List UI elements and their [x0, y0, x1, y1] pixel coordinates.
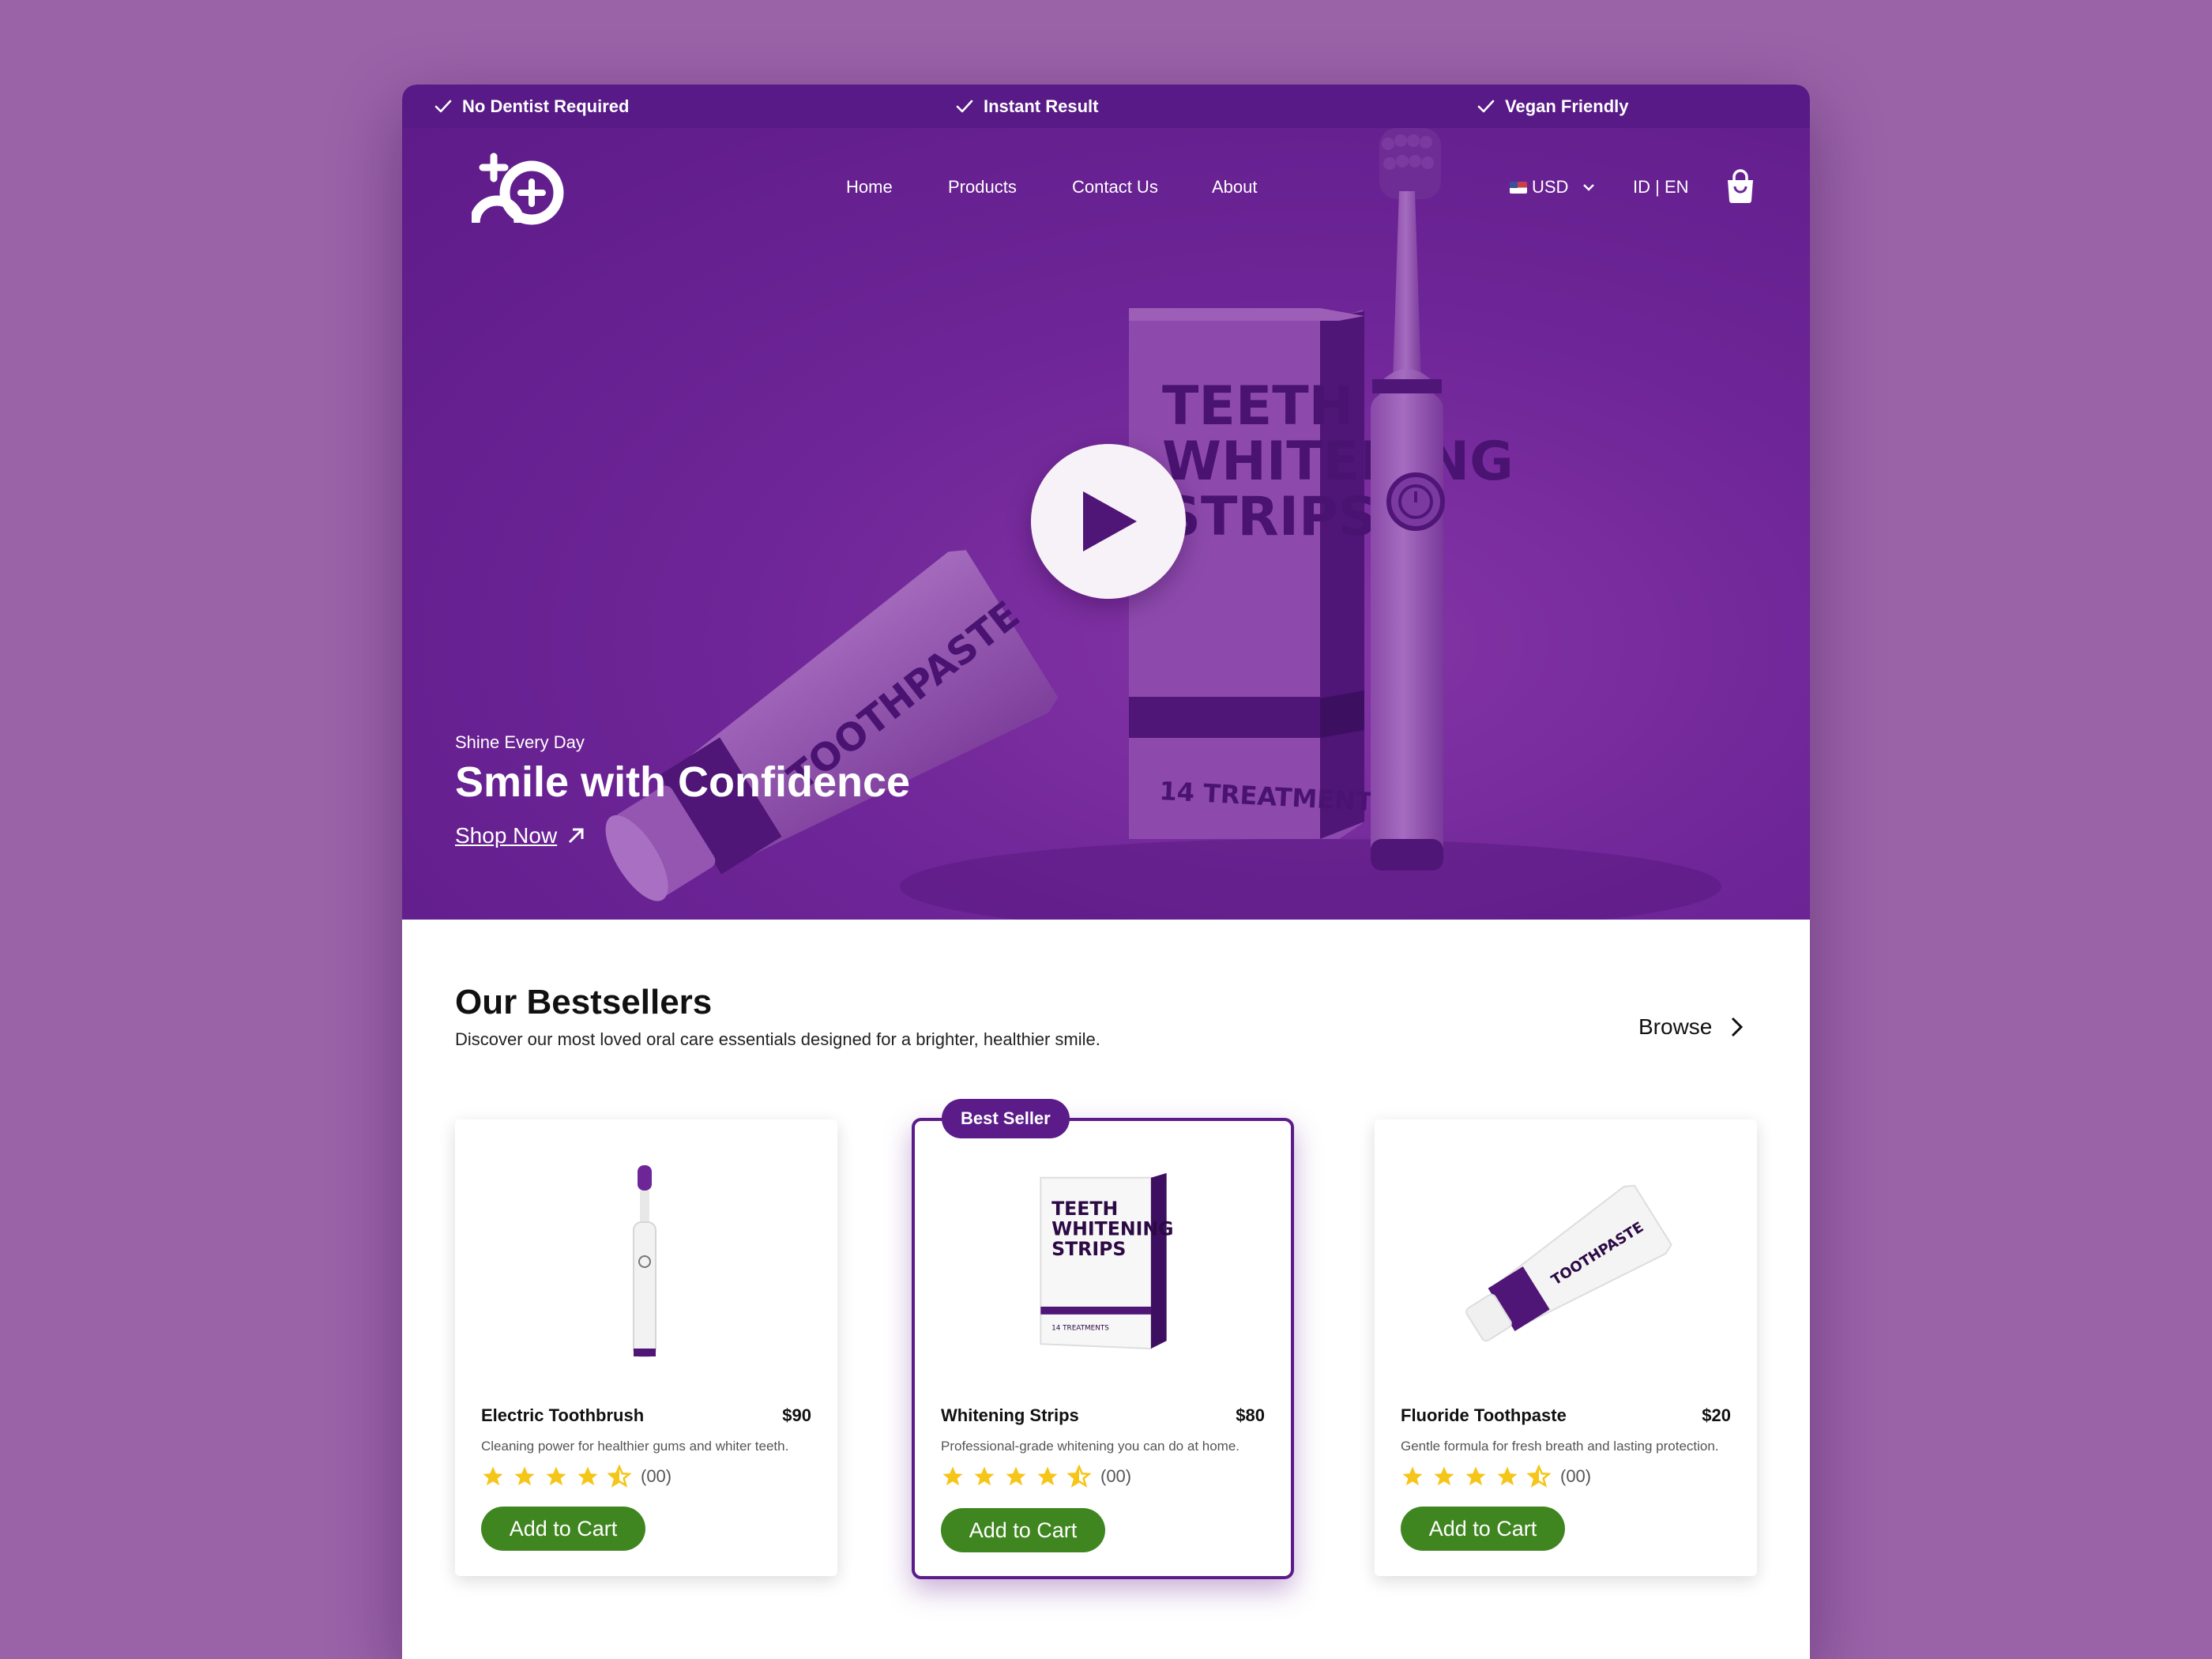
- chevron-down-icon: [1583, 184, 1595, 191]
- strips-box-line3: STRIPS: [1162, 486, 1377, 548]
- half-star-icon: [608, 1465, 631, 1488]
- product-description: Professional-grade whitening you can do …: [941, 1439, 1240, 1454]
- add-to-cart-button[interactable]: Add to Cart: [1401, 1507, 1565, 1551]
- add-to-cart-button[interactable]: Add to Cart: [481, 1507, 645, 1551]
- feature-item: Vegan Friendly: [1477, 85, 1629, 128]
- whitening-strips-product-image: TEETH WHITENING STRIPS 14 TREATMENTS: [1040, 1172, 1173, 1350]
- flag-us-icon: [1510, 181, 1527, 194]
- strips-box-line1: TEETH: [1162, 375, 1354, 438]
- half-star-icon: [1527, 1465, 1551, 1488]
- strips-box-line2: WHITENING: [1162, 431, 1514, 493]
- hero-kicker: Shine Every Day: [455, 732, 585, 752]
- toothpaste-product-image: TOOTHPASTE: [1465, 1184, 1672, 1342]
- add-to-cart-button[interactable]: Add to Cart: [941, 1508, 1105, 1552]
- product-rating: (00): [481, 1465, 672, 1488]
- product-name: Fluoride Toothpaste: [1401, 1405, 1567, 1425]
- check-icon: [434, 100, 452, 112]
- shop-now-link[interactable]: Shop Now: [455, 823, 587, 848]
- feature-bar: No Dentist Required Instant Result Vegan…: [402, 85, 1810, 128]
- product-box-line1: TEETH: [1051, 1198, 1118, 1220]
- main-nav: Home Products Contact Us About USD ID | …: [402, 128, 1810, 239]
- video-play-button[interactable]: [1031, 444, 1186, 599]
- star-icon: [577, 1466, 598, 1486]
- review-count: (00): [1100, 1466, 1132, 1486]
- product-name: Whitening Strips: [941, 1405, 1079, 1425]
- nav-link-about[interactable]: About: [1212, 177, 1258, 198]
- product-name: Electric Toothbrush: [481, 1405, 645, 1425]
- product-card[interactable]: TOOTHPASTE Fluoride Toothpaste $20 Gentl…: [1375, 1119, 1757, 1576]
- product-price: $90: [782, 1405, 811, 1425]
- half-star-icon: [1067, 1465, 1091, 1488]
- star-icon: [1465, 1466, 1486, 1486]
- currency-label: USD: [1532, 177, 1569, 197]
- check-icon: [956, 100, 973, 112]
- feature-item: Instant Result: [955, 85, 1098, 128]
- play-icon: [1083, 491, 1137, 551]
- currency-selector[interactable]: USD: [1510, 177, 1597, 198]
- feature-label: Instant Result: [984, 96, 1099, 116]
- product-description: Gentle formula for fresh breath and last…: [1401, 1439, 1719, 1454]
- arrow-up-right-icon: [569, 828, 584, 844]
- feature-label: No Dentist Required: [462, 96, 630, 116]
- star-icon: [974, 1466, 995, 1486]
- best-seller-badge: Best Seller: [942, 1099, 1070, 1138]
- product-card[interactable]: Electric Toothbrush $90 Cleaning power f…: [455, 1119, 837, 1576]
- bestsellers-subtitle: Discover our most loved oral care essent…: [455, 1029, 1100, 1049]
- check-icon: [1477, 100, 1495, 112]
- toothbrush-graphic: [1371, 128, 1445, 871]
- chevron-right-icon: [1732, 1017, 1744, 1037]
- star-icon: [1402, 1466, 1423, 1486]
- product-rating: (00): [1401, 1465, 1591, 1488]
- star-icon: [546, 1466, 566, 1486]
- logo-icon[interactable]: [472, 150, 576, 229]
- star-icon: [1037, 1466, 1058, 1486]
- star-icon: [1497, 1466, 1518, 1486]
- product-card-featured[interactable]: Best Seller TEETH WHITENING STRIPS 14 TR…: [912, 1099, 1294, 1579]
- browse-link[interactable]: Browse: [1638, 1014, 1747, 1040]
- shopping-bag-icon[interactable]: [1725, 169, 1755, 204]
- language-switcher[interactable]: ID | EN: [1633, 177, 1689, 198]
- toothbrush-product-image: [633, 1165, 656, 1357]
- nav-link-products[interactable]: Products: [948, 177, 1017, 198]
- bestsellers-title: Our Bestsellers: [455, 983, 713, 1021]
- nav-link-home[interactable]: Home: [846, 177, 893, 198]
- hero-title: Smile with Confidence: [455, 758, 911, 806]
- hero-section: TEETH WHITENING STRIPS 14 TREATMENTS TOO…: [402, 128, 1810, 920]
- star-icon: [483, 1466, 503, 1486]
- feature-label: Vegan Friendly: [1505, 96, 1629, 116]
- nav-link-contact[interactable]: Contact Us: [1072, 177, 1158, 198]
- product-price: $20: [1702, 1405, 1731, 1425]
- star-icon: [1006, 1466, 1026, 1486]
- page-frame: No Dentist Required Instant Result Vegan…: [402, 85, 1810, 1659]
- star-icon: [1434, 1466, 1454, 1486]
- product-box-line2: WHITENING: [1051, 1218, 1173, 1240]
- shop-now-label: Shop Now: [455, 823, 558, 848]
- product-description: Cleaning power for healthier gums and wh…: [481, 1439, 789, 1454]
- review-count: (00): [1560, 1466, 1592, 1486]
- review-count: (00): [641, 1466, 672, 1486]
- star-icon: [514, 1466, 535, 1486]
- star-icon: [942, 1466, 963, 1486]
- product-rating: (00): [941, 1465, 1131, 1488]
- product-price: $80: [1236, 1405, 1265, 1425]
- strips-box-graphic: TEETH WHITENING STRIPS 14 TREATMENTS: [1129, 308, 1514, 839]
- product-box-treatments: 14 TREATMENTS: [1051, 1324, 1109, 1332]
- feature-item: No Dentist Required: [434, 85, 629, 128]
- product-box-line3: STRIPS: [1051, 1238, 1126, 1260]
- browse-label: Browse: [1638, 1014, 1713, 1039]
